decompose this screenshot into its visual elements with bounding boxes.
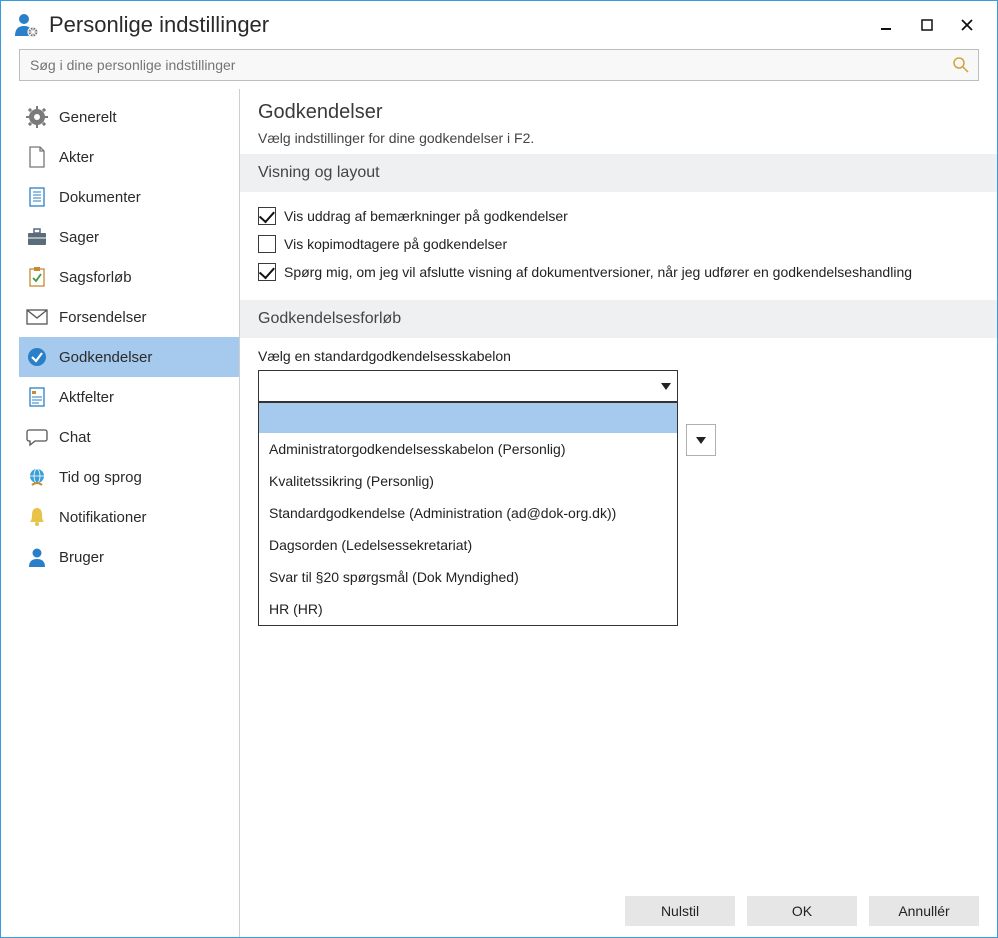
user-icon <box>25 545 49 569</box>
checkbox-label: Vis kopimodtagere på godkendelser <box>284 234 507 254</box>
section-flow: Vælg en standardgodkendelsesskabelon Adm… <box>240 338 997 470</box>
main-panel: Godkendelser Vælg indstillinger for dine… <box>240 89 997 937</box>
sidebar-item-label: Bruger <box>59 549 104 566</box>
search-input[interactable] <box>28 56 952 74</box>
sidebar-item-label: Notifikationer <box>59 509 147 526</box>
sidebar-item-user[interactable]: Bruger <box>19 537 239 577</box>
section-heading-flow: Godkendelsesforløb <box>240 300 997 338</box>
sidebar-item-chat[interactable]: Chat <box>19 417 239 457</box>
documents-icon <box>25 185 49 209</box>
sidebar-item-label: Godkendelser <box>59 349 152 366</box>
template-dropdown: Administratorgodkendelsesskabelon (Perso… <box>258 402 678 626</box>
chevron-down-icon <box>696 437 706 444</box>
gear-icon <box>25 105 49 129</box>
checkbox-row-cc[interactable]: Vis kopimodtagere på godkendelser <box>258 230 979 258</box>
sidebar-item-documents[interactable]: Dokumenter <box>19 177 239 217</box>
personal-settings-icon <box>11 10 41 40</box>
sidebar-item-sendings[interactable]: Forsendelser <box>19 297 239 337</box>
checkbox-label: Spørg mig, om jeg vil afslutte visning a… <box>284 262 912 282</box>
chevron-down-icon[interactable] <box>655 372 677 400</box>
sidebar: Generelt Akter Dokumenter Sager <box>19 89 240 937</box>
close-button[interactable] <box>947 10 987 40</box>
sidebar-item-records[interactable]: Akter <box>19 137 239 177</box>
dropdown-item-blank[interactable] <box>259 403 677 433</box>
chat-bubble-icon <box>25 425 49 449</box>
clipboard-check-icon <box>25 265 49 289</box>
sidebar-item-label: Akter <box>59 149 94 166</box>
section-display: Vis uddrag af bemærkninger på godkendels… <box>240 192 997 300</box>
section-heading-display: Visning og layout <box>240 154 997 192</box>
sidebar-item-label: Forsendelser <box>59 309 147 326</box>
sidebar-item-time-language[interactable]: Tid og sprog <box>19 457 239 497</box>
maximize-button[interactable] <box>907 10 947 40</box>
cancel-button[interactable]: Annullér <box>869 896 979 926</box>
search-bar <box>1 49 997 89</box>
dropdown-item[interactable]: Svar til §20 spørgsmål (Dok Myndighed) <box>259 561 677 593</box>
checkbox-row-ask[interactable]: Spørg mig, om jeg vil afslutte visning a… <box>258 258 979 286</box>
minimize-button[interactable] <box>867 10 907 40</box>
sidebar-item-notifications[interactable]: Notifikationer <box>19 497 239 537</box>
window-controls <box>867 10 987 40</box>
ok-button[interactable]: OK <box>747 896 857 926</box>
titlebar: Personlige indstillinger <box>1 1 997 49</box>
bell-icon <box>25 505 49 529</box>
sidebar-item-label: Sager <box>59 229 99 246</box>
form-icon <box>25 385 49 409</box>
sidebar-item-label: Sagsforløb <box>59 269 132 286</box>
checkbox-icon[interactable] <box>258 235 276 253</box>
dialog-footer: Nulstil OK Annullér <box>240 885 997 937</box>
globe-icon <box>25 465 49 489</box>
dropdown-item[interactable]: Dagsorden (Ledelsessekretariat) <box>259 529 677 561</box>
sidebar-item-label: Dokumenter <box>59 189 141 206</box>
body: Generelt Akter Dokumenter Sager <box>1 89 997 937</box>
dropdown-item[interactable]: Administratorgodkendelsesskabelon (Perso… <box>259 433 677 465</box>
template-combobox[interactable]: Administratorgodkendelsesskabelon (Perso… <box>258 370 678 402</box>
sidebar-item-label: Chat <box>59 429 91 446</box>
sidebar-item-caseflow[interactable]: Sagsforløb <box>19 257 239 297</box>
checkbox-label: Vis uddrag af bemærkninger på godkendels… <box>284 206 568 226</box>
secondary-dropdown-button[interactable] <box>686 424 716 456</box>
page-description: Vælg indstillinger for dine godkendelser… <box>258 130 979 146</box>
window-title: Personlige indstillinger <box>49 12 269 38</box>
checkbox-icon[interactable] <box>258 207 276 225</box>
sidebar-item-label: Aktfelter <box>59 389 114 406</box>
briefcase-icon <box>25 225 49 249</box>
envelope-icon <box>25 305 49 329</box>
checkbox-icon[interactable] <box>258 263 276 281</box>
check-circle-icon <box>25 345 49 369</box>
document-icon <box>25 145 49 169</box>
settings-window: Personlige indstillinger <box>0 0 998 938</box>
dropdown-item[interactable]: Standardgodkendelse (Administration (ad@… <box>259 497 677 529</box>
combo-label: Vælg en standardgodkendelsesskabelon <box>258 348 979 364</box>
dropdown-item[interactable]: HR (HR) <box>259 593 677 625</box>
search-box[interactable] <box>19 49 979 81</box>
sidebar-item-approvals[interactable]: Godkendelser <box>19 337 239 377</box>
sidebar-item-label: Generelt <box>59 109 117 126</box>
page-title: Godkendelser <box>258 101 979 124</box>
sidebar-item-record-fields[interactable]: Aktfelter <box>19 377 239 417</box>
sidebar-item-label: Tid og sprog <box>59 469 142 486</box>
sidebar-item-general[interactable]: Generelt <box>19 97 239 137</box>
sidebar-item-cases[interactable]: Sager <box>19 217 239 257</box>
dropdown-item[interactable]: Kvalitetssikring (Personlig) <box>259 465 677 497</box>
search-icon <box>952 56 970 74</box>
checkbox-row-excerpt[interactable]: Vis uddrag af bemærkninger på godkendels… <box>258 202 979 230</box>
page-header: Godkendelser Vælg indstillinger for dine… <box>240 89 997 154</box>
reset-button[interactable]: Nulstil <box>625 896 735 926</box>
